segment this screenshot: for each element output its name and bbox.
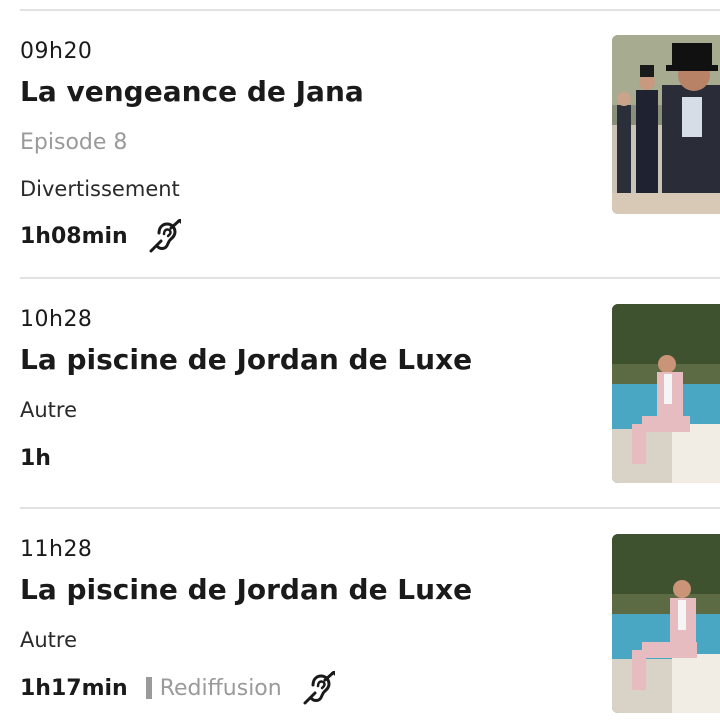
- program-episode: Episode 8: [20, 130, 128, 155]
- program-thumbnail[interactable]: [612, 304, 720, 483]
- program-title[interactable]: La piscine de Jordan de Luxe: [20, 573, 472, 606]
- program-time: 10h28: [20, 307, 93, 332]
- program-time: 11h28: [20, 537, 93, 562]
- hearing-impaired-icon: [300, 671, 336, 705]
- program-item[interactable]: 09h20 La vengeance de Jana Episode 8 Div…: [0, 11, 720, 253]
- program-item[interactable]: 11h28 La piscine de Jordan de Luxe Autre…: [0, 509, 720, 721]
- program-item[interactable]: 10h28 La piscine de Jordan de Luxe Autre…: [0, 279, 720, 509]
- separator-bar: [145, 677, 152, 699]
- program-meta: 1h: [20, 441, 51, 475]
- program-duration: 1h: [20, 445, 51, 471]
- tv-program-list: 09h20 La vengeance de Jana Episode 8 Div…: [0, 0, 720, 721]
- program-thumbnail[interactable]: [612, 534, 720, 713]
- program-meta: 1h17min Rediffusion: [20, 671, 336, 705]
- program-duration: 1h17min: [20, 675, 128, 701]
- rediffusion-label: Rediffusion: [159, 675, 282, 701]
- program-meta: 1h08min: [20, 219, 182, 253]
- program-title[interactable]: La piscine de Jordan de Luxe: [20, 343, 472, 376]
- program-duration: 1h08min: [20, 223, 128, 249]
- program-thumbnail[interactable]: [612, 35, 720, 214]
- program-category: Autre: [20, 628, 78, 652]
- hearing-impaired-icon: [146, 219, 182, 253]
- program-category: Divertissement: [20, 177, 180, 201]
- program-time: 09h20: [20, 39, 93, 64]
- program-category: Autre: [20, 398, 78, 422]
- program-title[interactable]: La vengeance de Jana: [20, 75, 364, 108]
